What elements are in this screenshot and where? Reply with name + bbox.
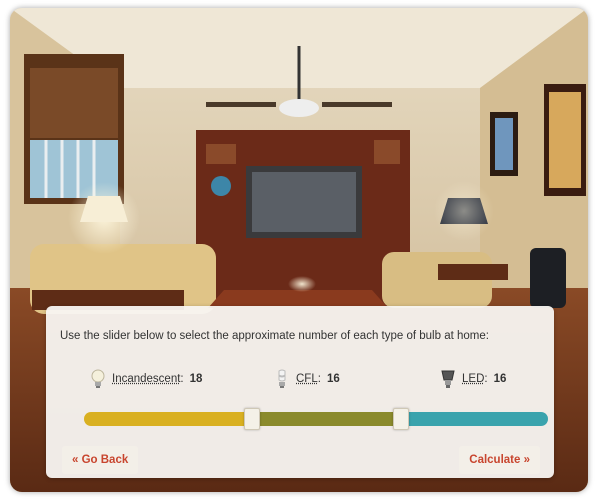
living-room-frame: Use the slider below to select the appro… xyxy=(10,8,588,492)
led-segment xyxy=(399,412,548,426)
cfl-value: 16 xyxy=(326,373,340,385)
led-colon: : xyxy=(484,373,488,385)
calculate-button[interactable]: Calculate » xyxy=(459,446,540,474)
cfl-led-slider-handle[interactable] xyxy=(392,408,409,430)
cfl-label: CFL xyxy=(296,373,318,385)
cfl-segment xyxy=(251,412,400,426)
incandescent-label: Incandescent xyxy=(112,373,181,385)
bulb-selection-panel: Use the slider below to select the appro… xyxy=(46,306,554,478)
led-counter: LED: 16 xyxy=(440,368,506,390)
bulb-mix-slider-track[interactable] xyxy=(84,412,548,426)
incandescent-bulb-icon xyxy=(91,369,105,388)
led-bulb-icon xyxy=(441,370,455,388)
incandescent-cfl-slider-handle[interactable] xyxy=(244,408,261,430)
incandescent-counter: Incandescent: 18 xyxy=(90,368,202,390)
incandescent-segment xyxy=(84,412,252,426)
incandescent-colon: : xyxy=(180,373,184,385)
instruction-text: Use the slider below to select the appro… xyxy=(60,330,489,342)
incandescent-value: 18 xyxy=(189,373,203,385)
cfl-colon: : xyxy=(317,373,321,385)
led-label: LED xyxy=(462,373,485,385)
go-back-button[interactable]: « Go Back xyxy=(62,446,139,474)
cfl-counter: CFL: 16 xyxy=(274,368,340,390)
cfl-bulb-icon xyxy=(278,369,286,388)
led-value: 16 xyxy=(493,373,507,385)
